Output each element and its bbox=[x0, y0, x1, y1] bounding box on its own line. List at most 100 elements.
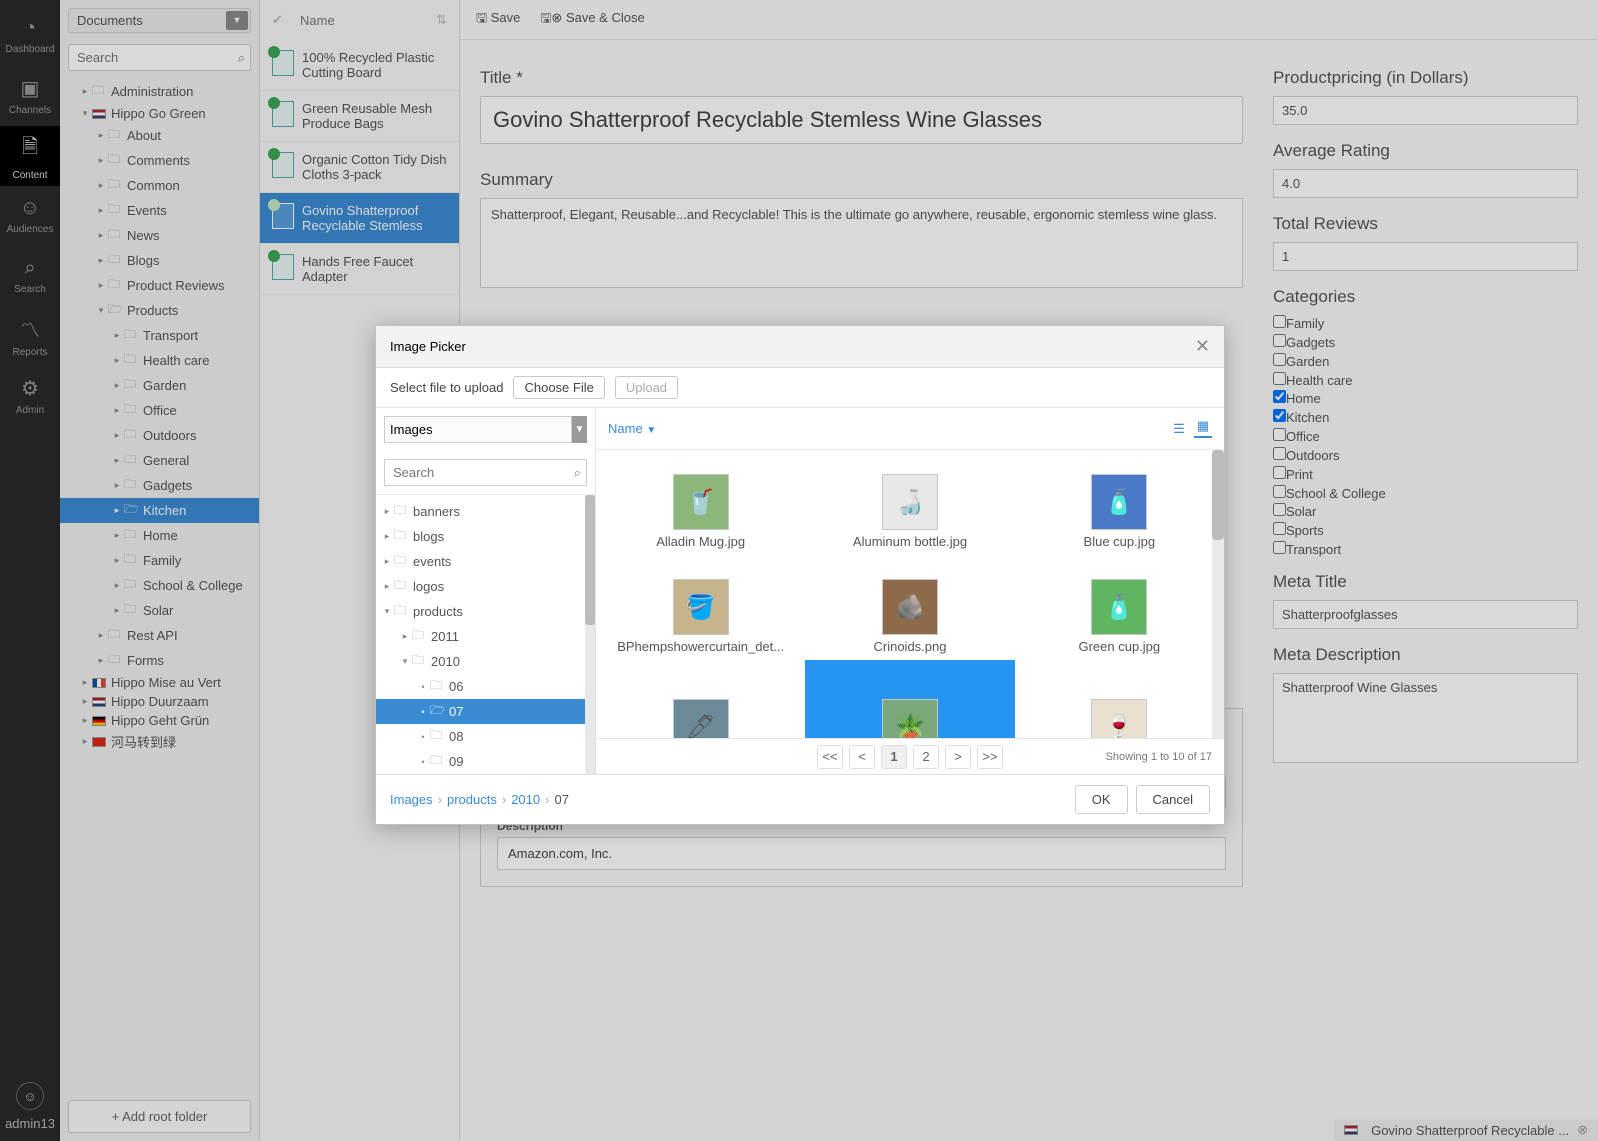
folder-icon: 🗀 bbox=[394, 501, 408, 522]
folder-icon: 🗀 bbox=[412, 651, 426, 672]
modal-tree-label: 07 bbox=[449, 704, 463, 719]
folder-icon: 🗀 bbox=[430, 726, 444, 747]
close-icon[interactable]: ✕ bbox=[1195, 336, 1210, 357]
thumbnail-icon: 🥤 bbox=[673, 474, 729, 530]
thumbnail-icon: 🖊 bbox=[673, 699, 729, 738]
choose-file-button[interactable]: Choose File bbox=[513, 376, 604, 399]
image-picker-modal: Image Picker ✕ Select file to upload Cho… bbox=[375, 325, 1225, 825]
pager-last[interactable]: >> bbox=[977, 745, 1003, 769]
image-grid: 🥤Alladin Mug.jpg 🍶 Aluminum bottle.jpg 🧴 Blu… bbox=[596, 450, 1224, 738]
thumbnail-icon: 🧴 bbox=[1091, 474, 1147, 530]
pager-next[interactable]: > bbox=[945, 745, 971, 769]
twisty-icon: • bbox=[418, 682, 428, 692]
image-name: Aluminum bottle.jpg bbox=[853, 534, 967, 549]
ok-button[interactable]: OK bbox=[1075, 785, 1128, 814]
thumbnail-icon: 🍶 bbox=[882, 474, 938, 530]
image-cell[interactable]: 🪴 bbox=[805, 660, 1014, 738]
chevron-right-icon: › bbox=[545, 792, 549, 807]
thumbnail-icon: 🧴 bbox=[1091, 579, 1147, 635]
image-cell[interactable]: 🧴 Blue cup.jpg bbox=[1015, 450, 1224, 555]
image-cell[interactable]: 🍷 bbox=[1015, 660, 1224, 738]
modal-tree-node[interactable]: •🗀 09 bbox=[376, 749, 595, 774]
upload-button[interactable]: Upload bbox=[615, 376, 678, 399]
modal-tree-node[interactable]: •🗀 06 bbox=[376, 674, 595, 699]
scrollbar[interactable] bbox=[585, 495, 595, 774]
chevron-right-icon: › bbox=[438, 792, 442, 807]
cancel-button[interactable]: Cancel bbox=[1136, 785, 1210, 814]
thumbnail-icon: 🍷 bbox=[1091, 699, 1147, 738]
twisty-icon: ▸ bbox=[400, 631, 410, 642]
thumbnail-icon: 🪨 bbox=[882, 579, 938, 635]
breadcrumb: Images › products › 2010 › 07 bbox=[390, 792, 1067, 807]
search-icon: ⌕ bbox=[574, 465, 581, 481]
scrollbar[interactable] bbox=[1212, 450, 1224, 738]
chevron-down-icon: ▼ bbox=[572, 416, 587, 443]
pager-info: Showing 1 to 10 of 17 bbox=[1106, 751, 1212, 763]
breadcrumb-item[interactable]: Images bbox=[390, 792, 433, 807]
chevron-down-icon: ▼ bbox=[646, 425, 656, 436]
modal-tree-node[interactable]: •🗀 08 bbox=[376, 724, 595, 749]
thumbnail-icon: 🪴 bbox=[882, 699, 938, 738]
pager-page-2[interactable]: 2 bbox=[913, 745, 939, 769]
modal-tree-node[interactable]: ▸🗀 blogs bbox=[376, 524, 595, 549]
twisty-icon: ▸ bbox=[382, 581, 392, 592]
twisty-icon: ▸ bbox=[382, 531, 392, 542]
image-name: Crinoids.png bbox=[873, 639, 946, 654]
select-file-label: Select file to upload bbox=[390, 380, 503, 395]
folder-icon: 🗀 bbox=[412, 626, 426, 647]
breadcrumb-item[interactable]: 2010 bbox=[511, 792, 540, 807]
modal-tree-label: products bbox=[413, 604, 463, 619]
image-cell[interactable]: 🖊 bbox=[596, 660, 805, 738]
pager-first[interactable]: << bbox=[817, 745, 843, 769]
breadcrumb-item[interactable]: products bbox=[447, 792, 497, 807]
folder-icon: 🗀 bbox=[430, 751, 444, 772]
modal-tree-node[interactable]: ▸🗀 logos bbox=[376, 574, 595, 599]
grid-view-icon[interactable]: ▦ bbox=[1194, 420, 1212, 438]
image-cell[interactable]: 🧴 Green cup.jpg bbox=[1015, 555, 1224, 660]
twisty-icon: ▾ bbox=[382, 606, 392, 617]
pager: << < 1 2 > >> Showing 1 to 10 of 17 bbox=[596, 738, 1224, 774]
modal-tree-node[interactable]: ▾🗀 2010 bbox=[376, 649, 595, 674]
modal-tree-node[interactable]: ▸🗀 banners bbox=[376, 499, 595, 524]
modal-tree-label: 09 bbox=[449, 754, 463, 769]
twisty-icon: ▸ bbox=[382, 506, 392, 517]
twisty-icon: • bbox=[418, 732, 428, 742]
modal-tree-node[interactable]: ▸🗀 events bbox=[376, 549, 595, 574]
image-cell[interactable]: 🪣BPhempshowercurtain_det... bbox=[596, 555, 805, 660]
twisty-icon: • bbox=[418, 707, 428, 717]
modal-title: Image Picker bbox=[390, 339, 466, 354]
modal-tree-label: 2010 bbox=[431, 654, 460, 669]
modal-tree-label: 06 bbox=[449, 679, 463, 694]
folder-icon: 🗀 bbox=[394, 526, 408, 547]
sort-name[interactable]: Name ▼ bbox=[608, 421, 656, 436]
image-cell[interactable]: 🪨 Crinoids.png bbox=[805, 555, 1014, 660]
images-dropdown[interactable]: ▼ bbox=[384, 416, 587, 443]
modal-tree-label: events bbox=[413, 554, 451, 569]
image-cell[interactable]: 🥤Alladin Mug.jpg bbox=[596, 450, 805, 555]
image-cell[interactable]: 🍶 Aluminum bottle.jpg bbox=[805, 450, 1014, 555]
image-name: Green cup.jpg bbox=[1078, 639, 1160, 654]
image-name: Blue cup.jpg bbox=[1084, 534, 1156, 549]
modal-tree-node[interactable]: •🗁 07 bbox=[376, 699, 595, 724]
folder-icon: 🗀 bbox=[394, 551, 408, 572]
list-view-icon[interactable]: ☰ bbox=[1170, 420, 1188, 438]
folder-icon: 🗀 bbox=[394, 576, 408, 597]
twisty-icon: • bbox=[418, 757, 428, 767]
pager-page-1[interactable]: 1 bbox=[881, 745, 907, 769]
folder-open-icon: 🗁 bbox=[430, 701, 444, 722]
modal-tree-node[interactable]: ▾🗀 products bbox=[376, 599, 595, 624]
folder-icon: 🗀 bbox=[430, 676, 444, 697]
twisty-icon: ▸ bbox=[382, 556, 392, 567]
folder-icon: 🗀 bbox=[394, 601, 408, 622]
chevron-right-icon: › bbox=[502, 792, 506, 807]
modal-tree-label: 08 bbox=[449, 729, 463, 744]
modal-tree[interactable]: ▸🗀banners▸🗀blogs▸🗀events▸🗀logos▾🗀product… bbox=[376, 494, 595, 774]
modal-tree-label: logos bbox=[413, 579, 444, 594]
modal-search-input[interactable] bbox=[384, 459, 587, 486]
modal-tree-label: banners bbox=[413, 504, 460, 519]
pager-prev[interactable]: < bbox=[849, 745, 875, 769]
twisty-icon: ▾ bbox=[400, 656, 410, 667]
breadcrumb-item: 07 bbox=[554, 792, 568, 807]
modal-tree-node[interactable]: ▸🗀2011 bbox=[376, 624, 595, 649]
modal-tree-label: blogs bbox=[413, 529, 444, 544]
